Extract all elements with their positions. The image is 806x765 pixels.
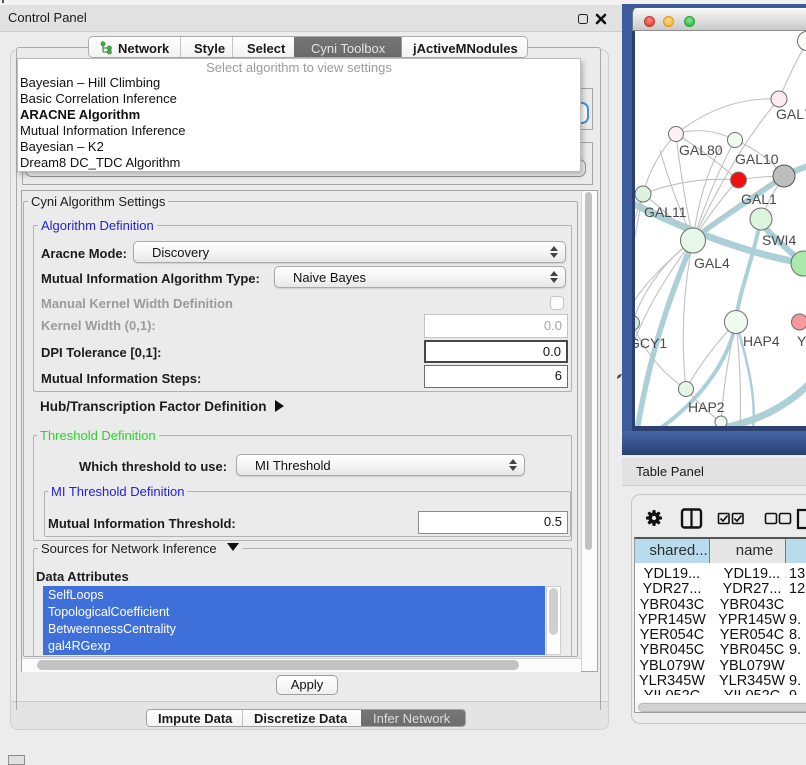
svg-text:HAP4: HAP4 bbox=[743, 333, 780, 349]
svg-text:GAL80: GAL80 bbox=[679, 142, 723, 158]
svg-text:HAP2: HAP2 bbox=[688, 399, 725, 415]
svg-text:GAL4: GAL4 bbox=[694, 255, 730, 271]
svg-text:GAL11: GAL11 bbox=[644, 204, 687, 220]
svg-text:SWI4: SWI4 bbox=[762, 232, 796, 248]
svg-text:GAL10: GAL10 bbox=[735, 151, 779, 167]
svg-text:Y: Y bbox=[797, 333, 806, 349]
svg-text:GCY1: GCY1 bbox=[635, 335, 667, 351]
svg-text:GAL7: GAL7 bbox=[776, 106, 806, 122]
svg-text:GAL1: GAL1 bbox=[741, 191, 777, 207]
